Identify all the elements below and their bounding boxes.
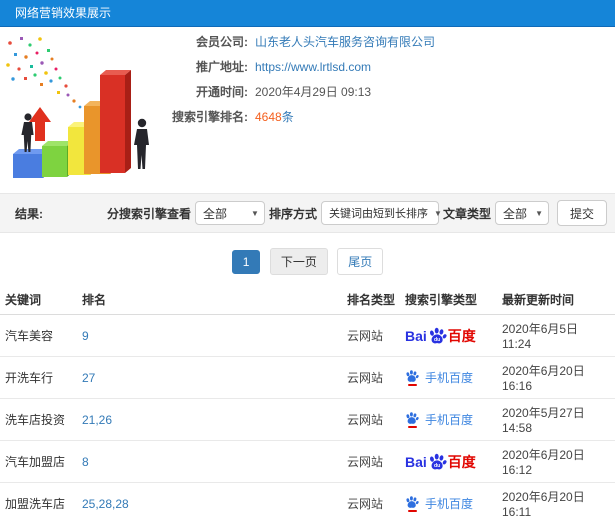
open-time-label: 开通时间:: [196, 85, 248, 99]
mobile-baidu-logo: 手机百度: [405, 411, 473, 428]
engine-cell: 手机百度: [400, 356, 497, 399]
rank-type-cell: 云网站: [342, 482, 400, 520]
rank-cell: 21,26: [77, 398, 342, 441]
growth-chart-illustration: [6, 37, 149, 178]
mobile-baidu-logo: 手机百度: [405, 495, 473, 512]
table-row: 开洗车行 27 云网站 手机百度 2020年6月20日 16:16: [0, 356, 615, 399]
engine-select-value: 全部: [202, 206, 227, 221]
col-updated: 最新更新时间: [497, 285, 615, 315]
keyword-cell: 汽车美容: [0, 314, 77, 357]
baidu-paw-icon: [406, 412, 419, 424]
baidu-logo: Bai du 百度: [405, 327, 476, 344]
last-page-button[interactable]: 尾页: [337, 248, 384, 275]
table-row: 洗车店投资 21,26 云网站 手机百度 2020年5月27日 14:58: [0, 398, 615, 441]
pagination: 1 下一页 尾页: [0, 248, 615, 275]
engine-cell: 手机百度: [400, 482, 497, 520]
next-page-button[interactable]: 下一页: [269, 248, 328, 275]
rank-cell: 25,28,28: [77, 482, 342, 520]
baidu-paw-icon: du: [429, 327, 447, 344]
chevron-down-icon: ▼: [251, 208, 259, 218]
updated-cell: 2020年6月20日 16:12: [497, 440, 615, 483]
keyword-cell: 加盟洗车店: [0, 482, 77, 520]
sort-select[interactable]: 关键词由短到长排序 ▼: [320, 201, 442, 225]
baidu-logo: Bai du 百度: [405, 453, 476, 470]
type-select-value: 全部: [502, 206, 527, 221]
page-header: 网络营销效果展示: [0, 0, 615, 27]
svg-text:du: du: [434, 337, 440, 343]
rank-count-label: 搜索引擎排名:: [172, 110, 248, 124]
updated-cell: 2020年5月27日 14:58: [497, 398, 615, 441]
keyword-cell: 汽车加盟店: [0, 440, 77, 483]
ranking-table: 关键词 排名 排名类型 搜索引擎类型 最新更新时间 汽车美容 9 云网站 Bai…: [0, 285, 615, 520]
keyword-cell: 开洗车行: [0, 356, 77, 399]
type-filter-label: 文章类型: [442, 206, 491, 221]
chevron-down-icon: ▼: [433, 208, 442, 218]
open-time-value: 2020年4月29日 09:13: [255, 85, 372, 99]
rank-cell: 9: [77, 314, 342, 357]
rank-type-cell: 云网站: [342, 314, 400, 357]
confetti-dots: [6, 37, 82, 109]
up-arrow: [29, 107, 51, 141]
table-header-row: 关键词 排名 排名类型 搜索引擎类型 最新更新时间: [0, 285, 615, 315]
url-label: 推广地址:: [196, 60, 248, 74]
company-label: 会员公司:: [196, 35, 248, 49]
rank-type-cell: 云网站: [342, 440, 400, 483]
businessman-right: [134, 118, 149, 169]
sort-filter-label: 排序方式: [268, 206, 317, 221]
company-link[interactable]: 山东老人头汽车服务咨询有限公司: [255, 30, 435, 55]
rank-type-cell: 云网站: [342, 356, 400, 399]
engine-filter-label: 分搜索引擎查看: [106, 206, 191, 221]
updated-cell: 2020年6月20日 16:11: [497, 482, 615, 520]
rank-type-cell: 云网站: [342, 398, 400, 441]
col-keyword: 关键词: [0, 285, 77, 315]
promotion-url-link[interactable]: https://www.lrtlsd.com: [255, 55, 371, 80]
table-row: 加盟洗车店 25,28,28 云网站 手机百度 2020年6月20日 16:11: [0, 482, 615, 520]
keyword-cell: 洗车店投资: [0, 398, 77, 441]
field-open-time: 开通时间: 2020年4月29日 09:13: [170, 80, 435, 105]
hero-section: 会员公司: 山东老人头汽车服务咨询有限公司 推广地址: https://www.…: [0, 27, 615, 193]
updated-cell: 2020年6月20日 16:16: [497, 356, 615, 399]
rank-count-value: 4648条: [255, 110, 294, 124]
baidu-paw-icon: du: [429, 453, 447, 470]
page-1-button[interactable]: 1: [231, 250, 261, 274]
account-info: 会员公司: 山东老人头汽车服务咨询有限公司 推广地址: https://www.…: [170, 30, 435, 130]
submit-button[interactable]: 提交: [556, 200, 607, 226]
engine-select[interactable]: 全部 ▼: [194, 201, 265, 225]
page-title: 网络营销效果展示: [15, 6, 112, 20]
col-engine-type: 搜索引擎类型: [400, 285, 497, 315]
mobile-baidu-logo: 手机百度: [405, 369, 473, 386]
article-type-select[interactable]: 全部 ▼: [494, 201, 549, 225]
col-rank-type: 排名类型: [342, 285, 400, 315]
engine-cell: Bai du 百度: [400, 440, 497, 483]
chevron-down-icon: ▼: [535, 208, 543, 218]
col-rank: 排名: [77, 285, 342, 315]
table-row: 汽车美容 9 云网站 Bai du 百度 2020年6月5日 11:24: [0, 314, 615, 357]
filter-bar: 结果: 分搜索引擎查看 全部 ▼ 排序方式 关键词由短到长排序 ▼ 文章类型 全…: [0, 193, 615, 233]
field-company: 会员公司: 山东老人头汽车服务咨询有限公司: [170, 30, 435, 55]
rank-cell: 8: [77, 440, 342, 483]
field-url: 推广地址: https://www.lrtlsd.com: [170, 55, 435, 80]
result-label: 结果:: [15, 206, 43, 221]
rank-cell: 27: [77, 356, 342, 399]
table-row: 汽车加盟店 8 云网站 Bai du 百度 2020年6月20日 16:12: [0, 440, 615, 483]
updated-cell: 2020年6月5日 11:24: [497, 314, 615, 357]
baidu-paw-icon: [406, 370, 419, 382]
baidu-paw-icon: [406, 496, 419, 508]
field-rank-count: 搜索引擎排名: 4648条: [170, 105, 435, 130]
svg-text:du: du: [434, 463, 440, 469]
sort-select-value: 关键词由短到长排序: [328, 208, 428, 220]
engine-cell: Bai du 百度: [400, 314, 497, 357]
engine-cell: 手机百度: [400, 398, 497, 441]
